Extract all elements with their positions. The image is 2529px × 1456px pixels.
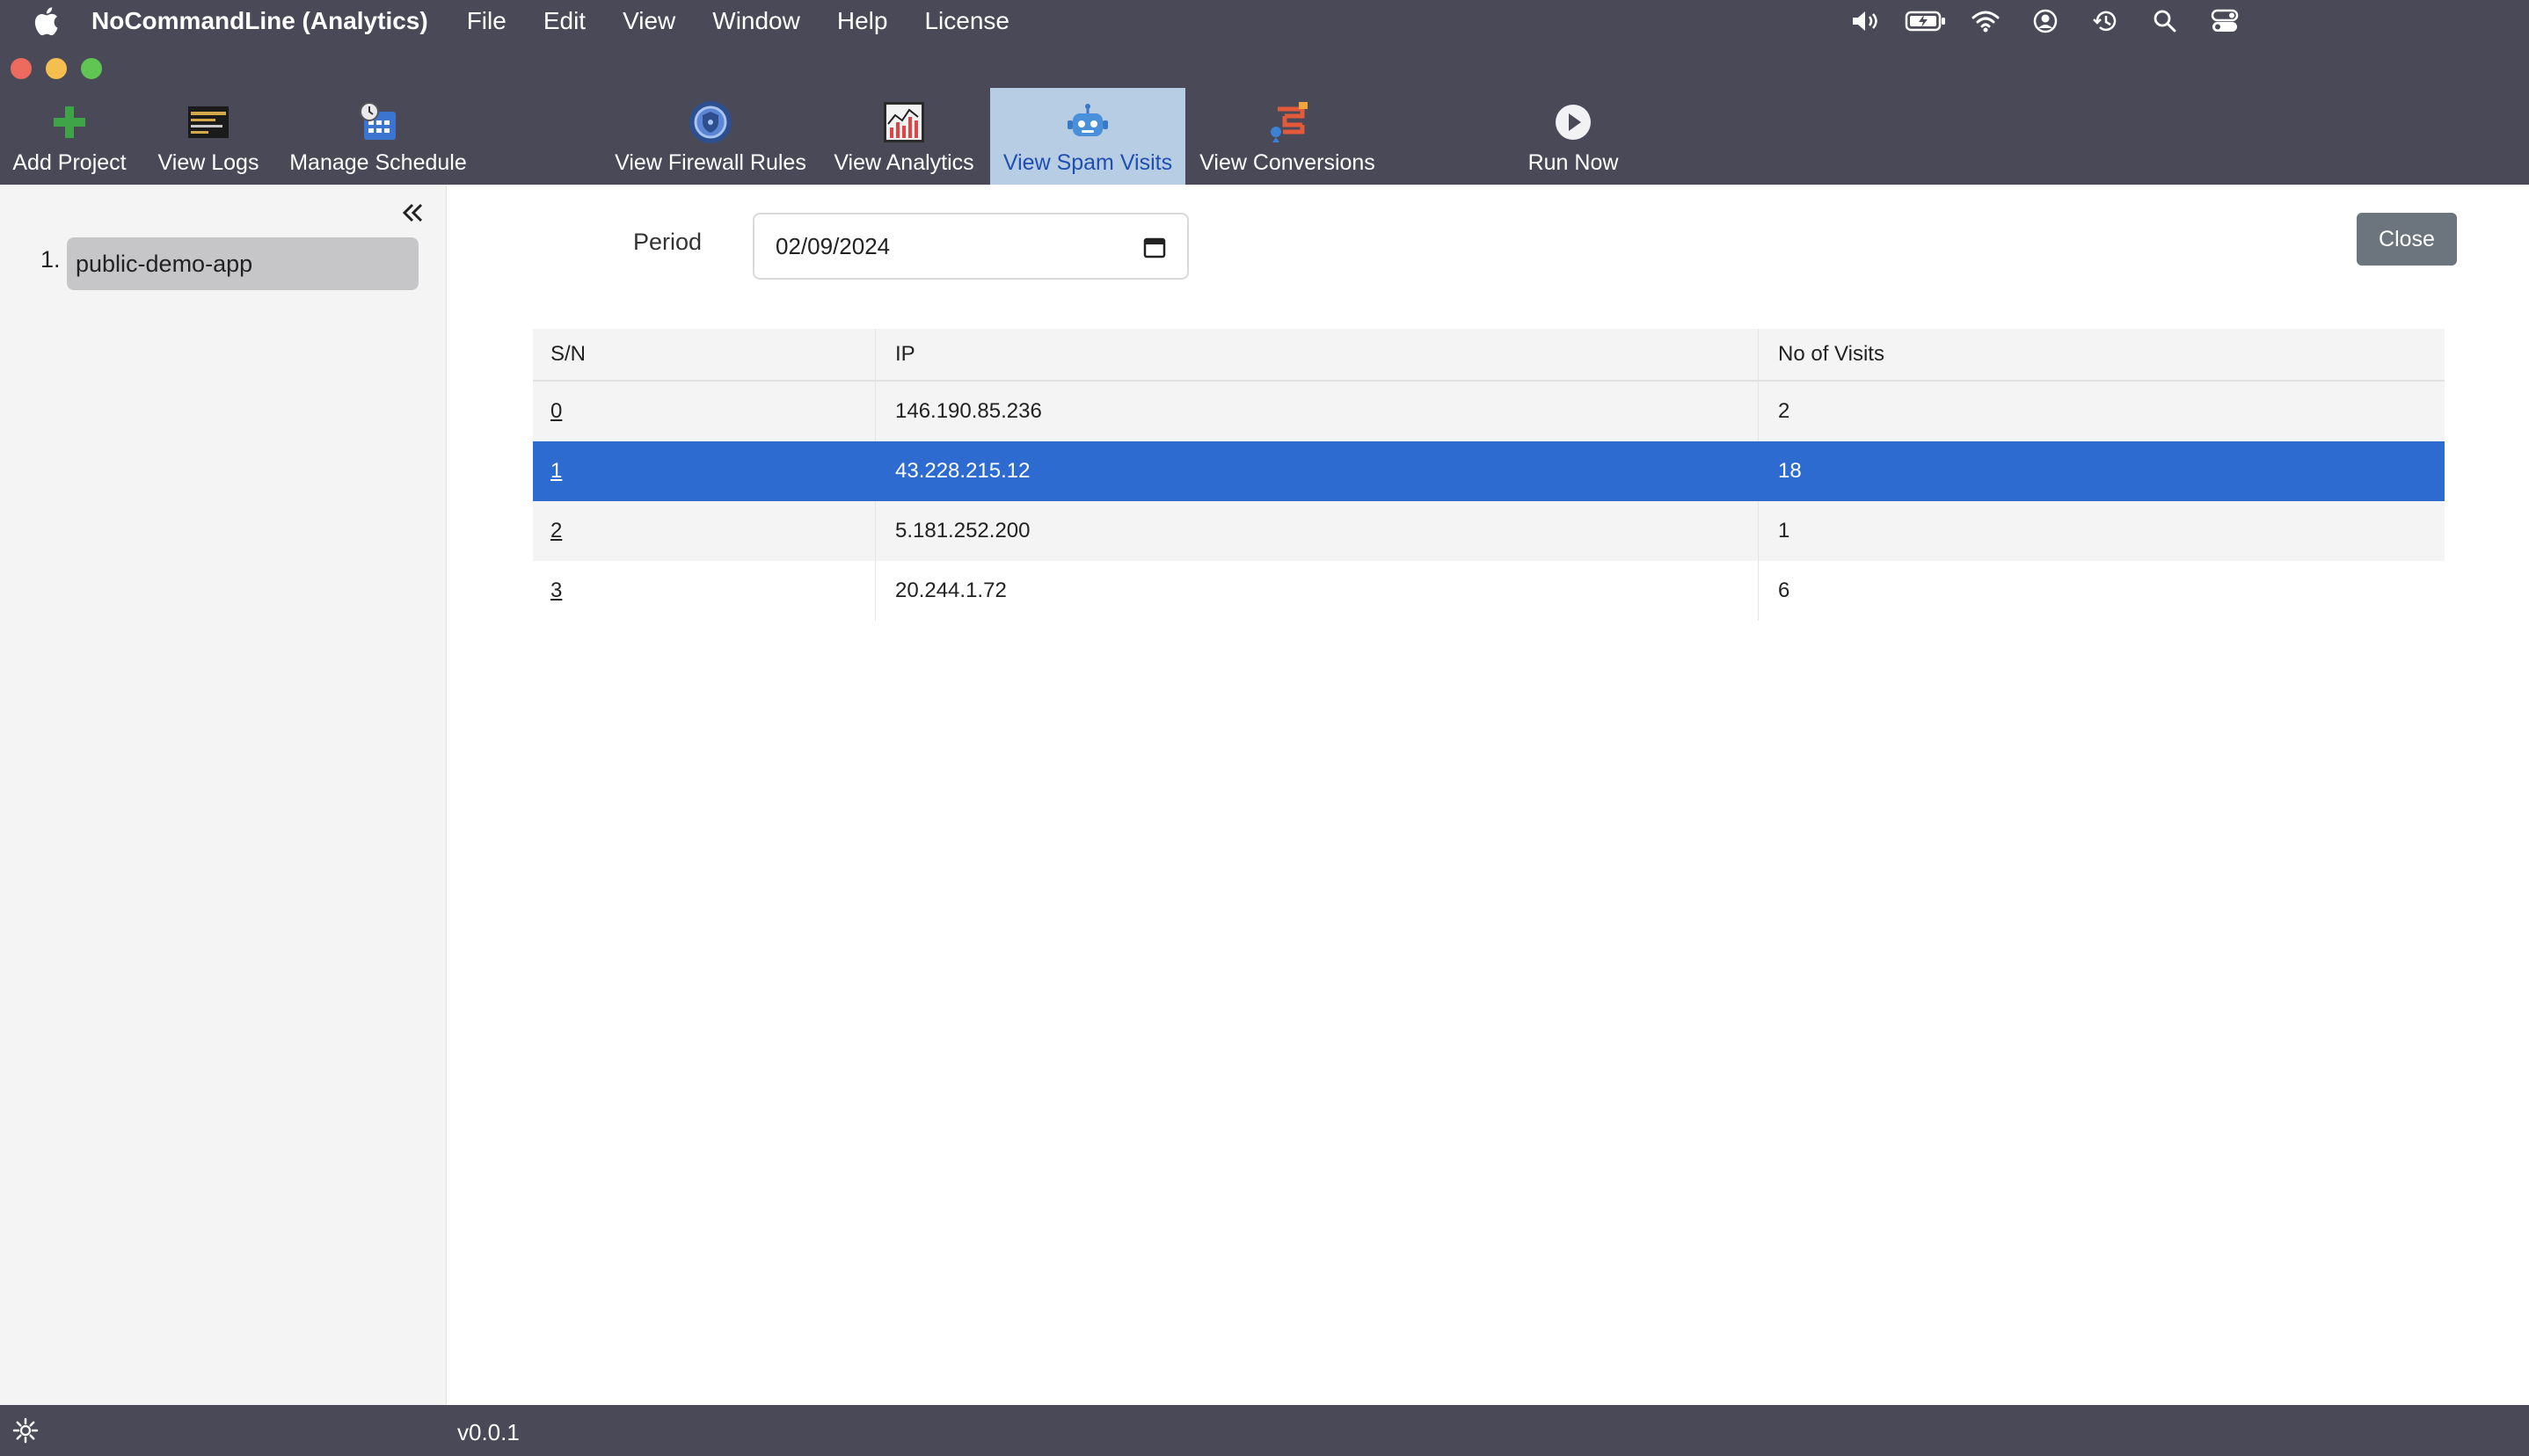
period-label: Period bbox=[633, 229, 703, 255]
period-date-input[interactable]: 02/09/2024 bbox=[753, 213, 1189, 280]
manage-schedule-button[interactable]: Manage Schedule bbox=[283, 88, 473, 185]
add-project-label: Add Project bbox=[12, 150, 127, 175]
view-logs-button[interactable]: View Logs bbox=[151, 88, 266, 185]
app-window: NoCommandLine (Analytics) File Edit View… bbox=[0, 0, 2529, 1456]
cell-ip: 43.228.215.12 bbox=[876, 441, 1759, 501]
table-row-selected[interactable]: 1 43.228.215.12 18 bbox=[533, 441, 2445, 501]
play-icon bbox=[1549, 98, 1598, 147]
table-row[interactable]: 0 146.190.85.236 2 bbox=[533, 382, 2445, 441]
battery-icon[interactable] bbox=[1896, 0, 1956, 42]
column-header-sn[interactable]: S/N bbox=[533, 329, 876, 380]
plus-icon bbox=[45, 98, 94, 147]
calendar-clock-icon bbox=[353, 98, 403, 147]
sidebar-project-public-demo-app[interactable]: public-demo-app bbox=[67, 237, 419, 290]
view-analytics-label: View Analytics bbox=[834, 150, 974, 175]
view-conversions-label: View Conversions bbox=[1199, 150, 1375, 175]
row-link[interactable]: 3 bbox=[550, 579, 562, 603]
cell-ip: 146.190.85.236 bbox=[876, 382, 1759, 441]
cell-visits: 2 bbox=[1778, 399, 1790, 423]
spam-visits-table: S/N IP No of Visits 0 146.190.85.236 2 1… bbox=[533, 329, 2445, 621]
menu-license[interactable]: License bbox=[924, 7, 1009, 35]
app-name[interactable]: NoCommandLine (Analytics) bbox=[91, 7, 428, 35]
close-button[interactable]: Close bbox=[2357, 213, 2457, 266]
close-window-button[interactable] bbox=[11, 58, 32, 79]
sidebar: 1. public-demo-app bbox=[0, 185, 447, 1405]
cell-sn: 3 bbox=[533, 561, 876, 621]
column-header-visits[interactable]: No of Visits bbox=[1759, 329, 2445, 380]
menu-window[interactable]: Window bbox=[712, 7, 800, 35]
view-logs-label: View Logs bbox=[157, 150, 259, 175]
period-date-value: 02/09/2024 bbox=[776, 232, 891, 259]
add-project-button[interactable]: Add Project bbox=[0, 88, 139, 185]
table-row[interactable]: 2 5.181.252.200 1 bbox=[533, 501, 2445, 561]
table-row[interactable]: 3 20.244.1.72 6 bbox=[533, 561, 2445, 621]
manage-schedule-label: Manage Schedule bbox=[289, 150, 467, 175]
wifi-icon[interactable] bbox=[1956, 0, 2015, 42]
cell-ip: 5.181.252.200 bbox=[876, 501, 1759, 561]
minimize-window-button[interactable] bbox=[46, 58, 67, 79]
analytics-chart-icon bbox=[879, 98, 929, 147]
view-spam-visits-label: View Spam Visits bbox=[1002, 150, 1173, 175]
cell-ip: 20.244.1.72 bbox=[876, 561, 1759, 621]
table-header-row: S/N IP No of Visits bbox=[533, 329, 2445, 382]
menubar-spacer bbox=[2255, 0, 2529, 42]
run-now-label: Run Now bbox=[1527, 150, 1619, 175]
view-firewall-rules-button[interactable]: View Firewall Rules bbox=[612, 88, 809, 185]
menu-view[interactable]: View bbox=[623, 7, 675, 35]
cell-visits: 18 bbox=[1778, 459, 1802, 483]
collapse-sidebar-icon[interactable] bbox=[397, 197, 429, 229]
view-spam-visits-button[interactable]: View Spam Visits bbox=[990, 88, 1185, 185]
view-conversions-button[interactable]: View Conversions bbox=[1196, 88, 1379, 185]
spotlight-icon[interactable] bbox=[2135, 0, 2195, 42]
cell-sn: 2 bbox=[533, 501, 876, 561]
calendar-icon[interactable] bbox=[1143, 236, 1166, 258]
row-link[interactable]: 2 bbox=[550, 519, 562, 543]
time-machine-icon[interactable] bbox=[2075, 0, 2135, 42]
view-firewall-rules-label: View Firewall Rules bbox=[615, 150, 806, 175]
volume-icon[interactable] bbox=[1836, 0, 1896, 42]
apple-icon[interactable] bbox=[0, 0, 91, 42]
run-now-button[interactable]: Run Now bbox=[1514, 88, 1632, 185]
status-bar: v0.0.1 bbox=[0, 1405, 2529, 1456]
logs-icon bbox=[184, 98, 233, 147]
version-label: v0.0.1 bbox=[457, 1419, 520, 1445]
user-icon[interactable] bbox=[2015, 0, 2075, 42]
row-link[interactable]: 0 bbox=[550, 399, 562, 424]
control-center-icon[interactable] bbox=[2195, 0, 2255, 42]
column-header-ip[interactable]: IP bbox=[876, 329, 1759, 380]
title-bar bbox=[0, 42, 2529, 88]
cell-visits: 1 bbox=[1778, 519, 1790, 542]
menu-help[interactable]: Help bbox=[837, 7, 888, 35]
menu-edit[interactable]: Edit bbox=[543, 7, 586, 35]
toolbar: Add Project View Logs Manage Schedule Vi… bbox=[0, 88, 2529, 185]
menu-bar: NoCommandLine (Analytics) File Edit View… bbox=[0, 0, 2529, 42]
gear-icon[interactable] bbox=[12, 1417, 39, 1444]
status-icons bbox=[1836, 0, 2529, 42]
zoom-window-button[interactable] bbox=[81, 58, 102, 79]
cell-visits: 6 bbox=[1778, 579, 1790, 602]
row-link[interactable]: 1 bbox=[550, 459, 562, 484]
view-analytics-button[interactable]: View Analytics bbox=[828, 88, 980, 185]
conversions-funnel-icon bbox=[1263, 98, 1312, 147]
project-number: 1. bbox=[40, 246, 61, 273]
main-panel: Period 02/09/2024 Close S/N IP No of Vis… bbox=[447, 185, 2529, 1405]
firewall-shield-icon bbox=[686, 98, 735, 147]
menu-file[interactable]: File bbox=[467, 7, 507, 35]
cell-sn: 1 bbox=[533, 441, 876, 501]
robot-icon bbox=[1063, 98, 1112, 147]
cell-sn: 0 bbox=[533, 382, 876, 441]
